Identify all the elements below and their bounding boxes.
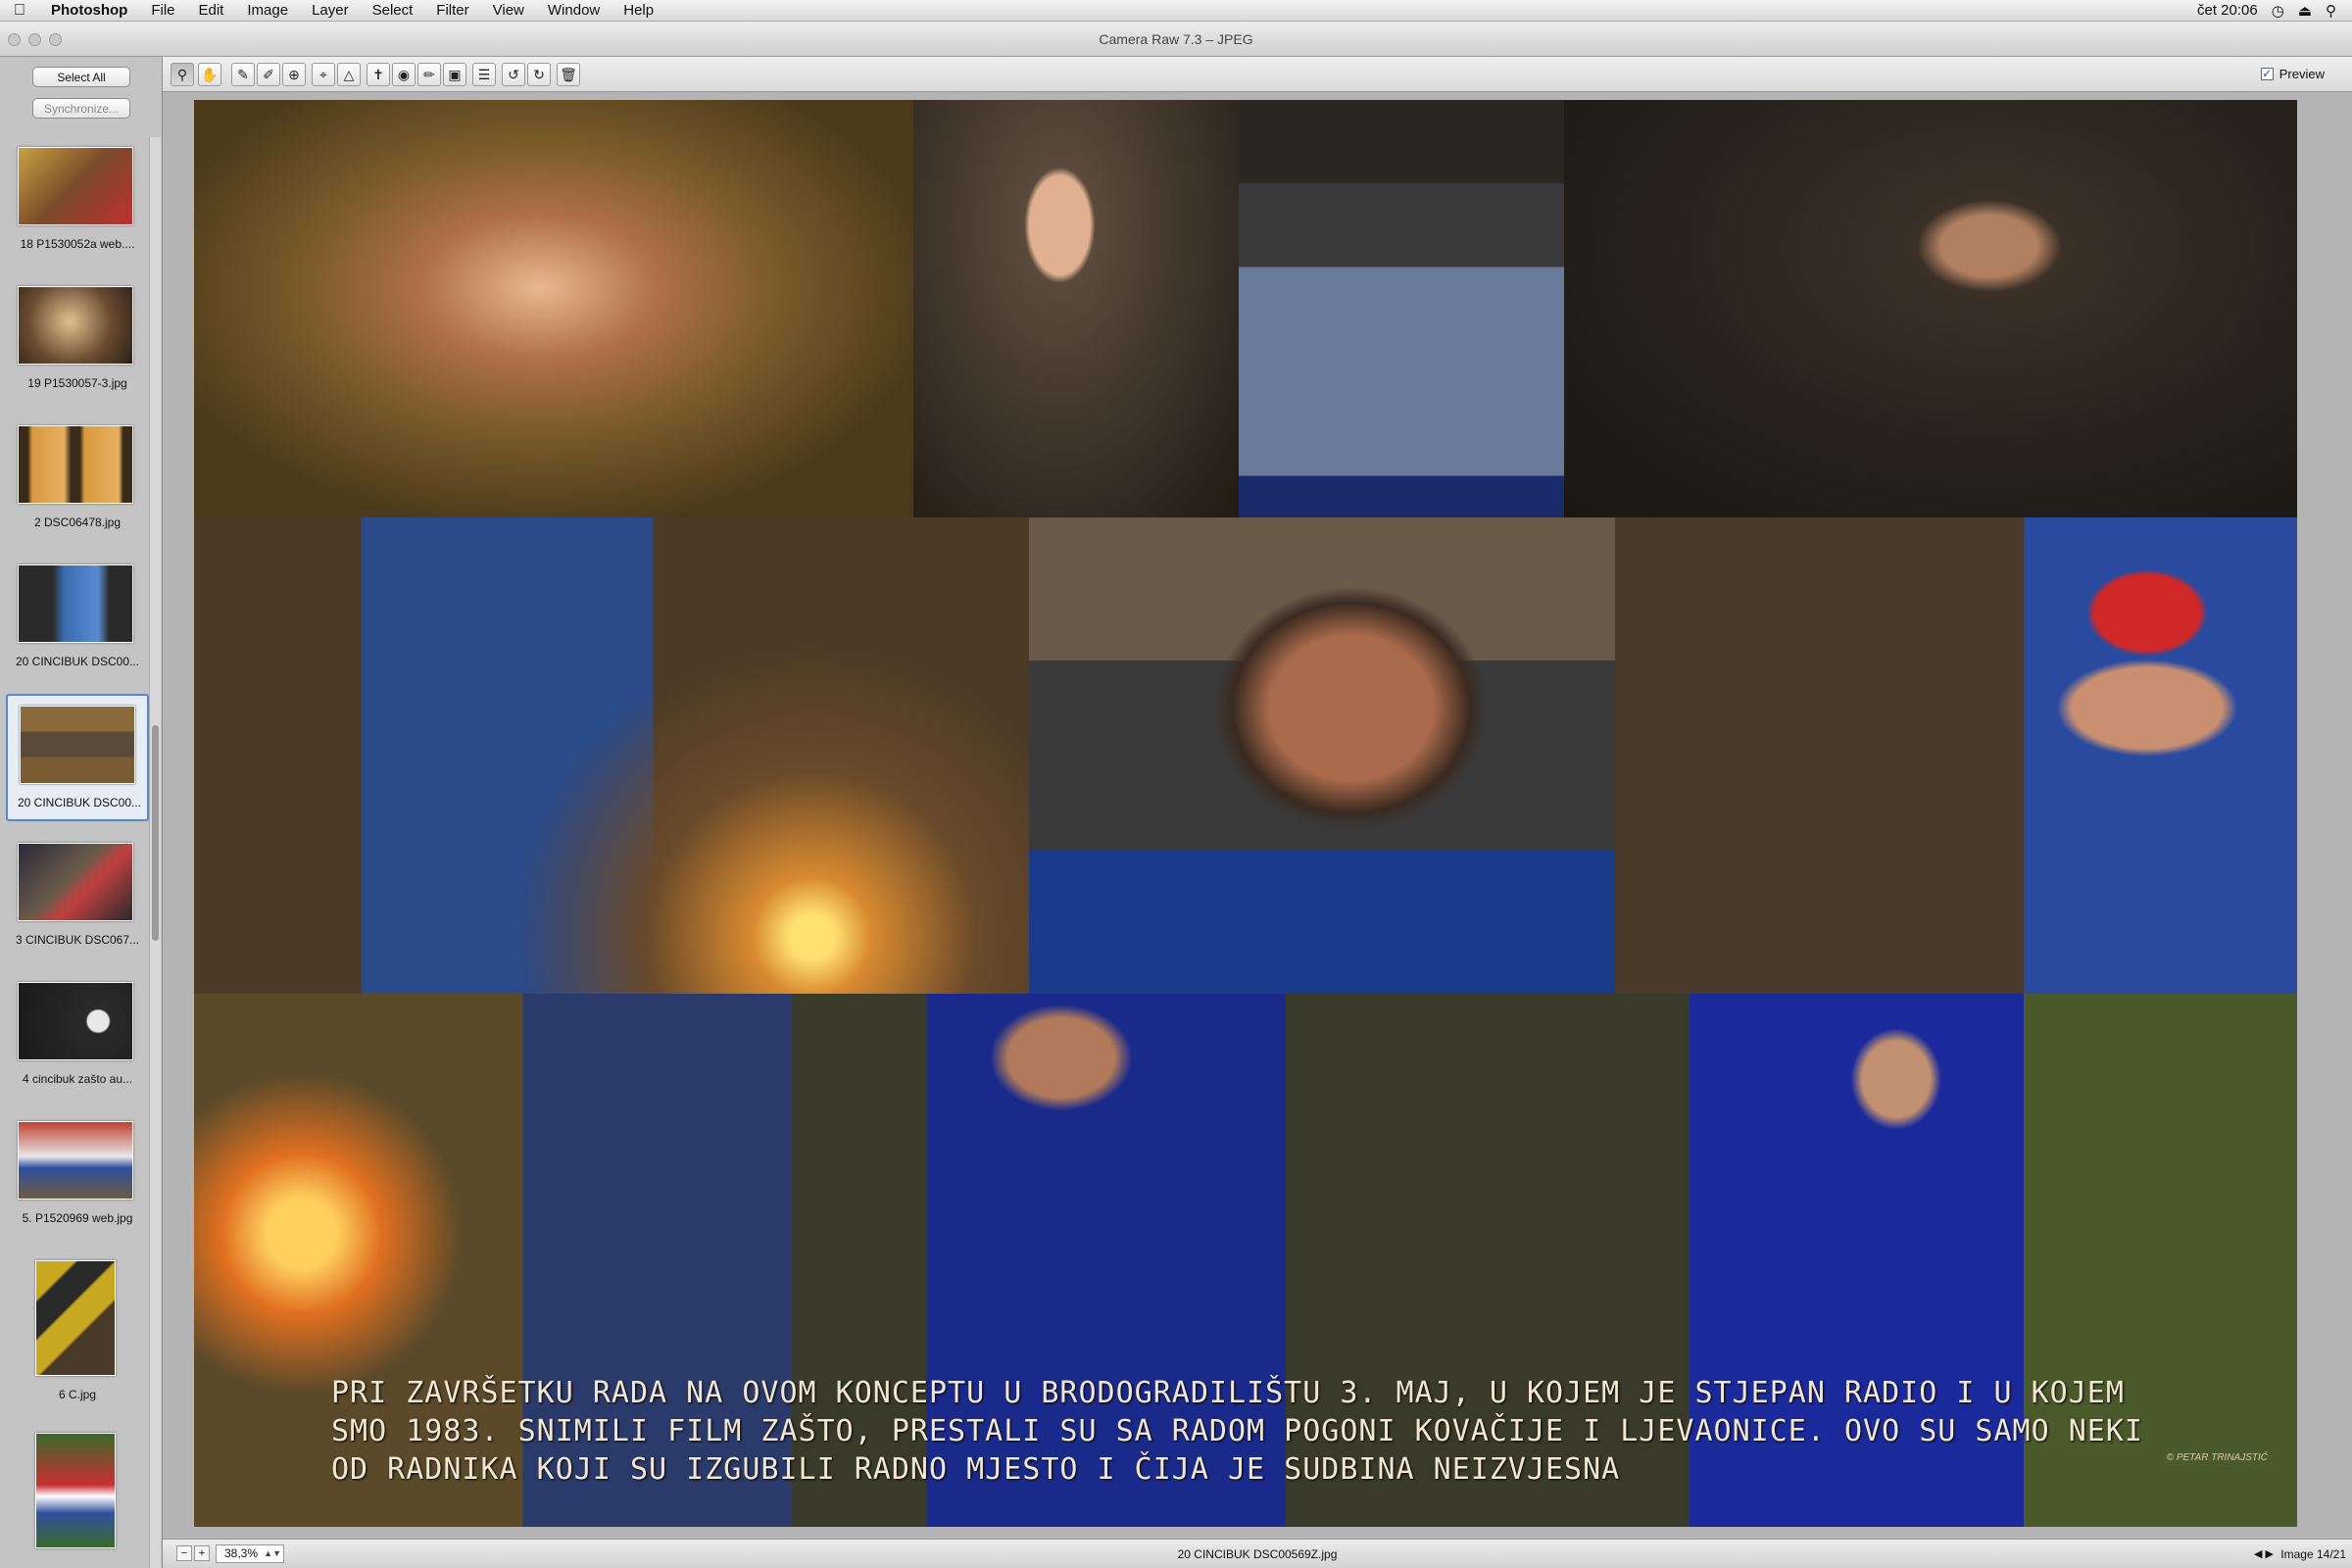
filmstrip-thumbnail [18, 147, 133, 225]
filmstrip-panel: Select All Synchronize... 18 P1530052a w… [0, 57, 163, 1568]
signature-watermark: © PETAR TRINAJSTIĆ [2166, 1452, 2268, 1463]
previous-image-icon[interactable]: ◀ [2254, 1548, 2262, 1560]
crop-icon[interactable]: ⌖ [312, 63, 335, 86]
filmstrip-list[interactable]: 18 P1530052a web.... 19 P1530057-3.jpg 2… [6, 137, 149, 1568]
menu-select[interactable]: Select [361, 2, 425, 19]
filmstrip-thumbnail [18, 286, 133, 365]
image-caption: PRI ZAVRŠETKU RADA NA OVOM KONCEPTU U BR… [331, 1374, 2193, 1489]
trash-icon[interactable]: 🗑 [557, 63, 580, 86]
photo-tile [1239, 100, 1564, 517]
zoom-window-icon[interactable] [49, 33, 62, 46]
target-adjust-icon[interactable]: ⊕ [282, 63, 306, 86]
scrollbar-thumb[interactable] [152, 725, 159, 941]
photo-tile [913, 100, 1239, 517]
menu-bar:  Photoshop File Edit Image Layer Select… [0, 0, 2352, 22]
image-navigation: ◀ ▶ [2254, 1547, 2274, 1560]
filmstrip-item-label: 19 P1530057-3.jpg [27, 376, 127, 390]
preview-checkbox[interactable]: ✓ [2260, 68, 2274, 80]
zoom-icon[interactable]: ⚲ [171, 63, 194, 86]
menu-view[interactable]: View [481, 2, 536, 19]
filmstrip-item[interactable]: 3 CINCIBUK DSC067... [6, 833, 149, 960]
preview-toggle[interactable]: ✓ Preview [2260, 67, 2325, 81]
time-machine-icon[interactable]: ◷ [2272, 2, 2284, 20]
window-title: Camera Raw 7.3 – JPEG [1099, 30, 1253, 47]
white-balance-icon[interactable]: ✎ [231, 63, 255, 86]
menu-layer[interactable]: Layer [300, 2, 361, 19]
graduated-filter-icon[interactable]: ▣ [443, 63, 466, 86]
window-title-bar: Camera Raw 7.3 – JPEG [0, 22, 2352, 57]
preview-image[interactable]: PRI ZAVRŠETKU RADA NA OVOM KONCEPTU U BR… [194, 100, 2297, 1527]
menu-app[interactable]: Photoshop [39, 2, 139, 19]
menu-help[interactable]: Help [612, 2, 665, 19]
select-all-button[interactable]: Select All [32, 67, 130, 87]
close-window-icon[interactable] [8, 33, 21, 46]
preferences-icon[interactable]: ☰ [472, 63, 496, 86]
filmstrip-item[interactable]: 19 P1530057-3.jpg [6, 276, 149, 404]
filmstrip-item-label: 20 CINCIBUK DSC00... [15, 655, 140, 668]
filmstrip-thumbnail [18, 843, 133, 921]
filmstrip-item[interactable]: 2 DSC06478.jpg [6, 416, 149, 543]
straighten-icon[interactable]: △ [337, 63, 361, 86]
menu-image[interactable]: Image [235, 2, 300, 19]
filmstrip-item[interactable]: 20 CINCIBUK DSC00... [6, 555, 149, 682]
filmstrip-item-label: 4 cincibuk zašto au... [22, 1072, 133, 1086]
apple-menu-icon[interactable]:  [0, 2, 39, 20]
filmstrip-item-label: 18 P1530052a web.... [20, 237, 135, 251]
eject-icon[interactable]: ⏏ [2298, 2, 2312, 20]
filmstrip-thumbnail [35, 1433, 116, 1548]
color-sampler-icon[interactable]: ✐ [257, 63, 280, 86]
minimize-window-icon[interactable] [28, 33, 41, 46]
hand-icon[interactable]: ✋ [198, 63, 221, 86]
caption-line: SMO 1983. SNIMILI FILM ZAŠTO, PRESTALI S… [331, 1414, 2143, 1448]
filmstrip-scrollbar[interactable] [149, 137, 161, 1568]
filmstrip-item[interactable]: 4 cincibuk zašto au... [6, 972, 149, 1100]
adjustment-brush-icon[interactable]: ✏ [417, 63, 441, 86]
menu-window[interactable]: Window [536, 2, 612, 19]
filmstrip-item[interactable]: 18 P1530052a web.... [6, 137, 149, 265]
next-image-icon[interactable]: ▶ [2266, 1548, 2274, 1560]
menu-filter[interactable]: Filter [424, 2, 480, 19]
image-canvas[interactable]: PRI ZAVRŠETKU RADA NA OVOM KONCEPTU U BR… [163, 92, 2352, 1539]
menu-edit[interactable]: Edit [187, 2, 236, 19]
filmstrip-item-label: 2 DSC06478.jpg [33, 515, 122, 529]
caption-line: PRI ZAVRŠETKU RADA NA OVOM KONCEPTU U BR… [331, 1376, 2125, 1410]
filmstrip-item[interactable]: 6 C.jpg [6, 1250, 149, 1401]
photo-tile [194, 100, 913, 517]
filmstrip-thumbnail [35, 1260, 116, 1376]
spot-removal-icon[interactable]: ✝ [367, 63, 390, 86]
filmstrip-item[interactable]: 5. P1520969 web.jpg [6, 1111, 149, 1239]
filmstrip-item[interactable] [6, 1423, 149, 1550]
status-bar: − + 38,3% ▲▼ 20 CINCIBUK DSC00569Z.jpg ◀… [163, 1539, 2352, 1568]
rotate-cw-icon[interactable]: ↻ [527, 63, 551, 86]
photo-tile [1564, 100, 2297, 517]
spotlight-search-icon[interactable]: ⚲ [2326, 2, 2336, 20]
menu-file[interactable]: File [139, 2, 186, 19]
filmstrip-thumbnail [18, 425, 133, 504]
caption-line: OD RADNIKA KOJI SU IZGUBILI RADNO MJESTO… [331, 1452, 1621, 1487]
camera-raw-toolbar: ⚲ ✋ ✎ ✐ ⊕ ⌖ △ ✝ ◉ ✏ ▣ ☰ ↺ ↻ 🗑 ✓ Preview [163, 57, 2352, 92]
preview-label: Preview [2278, 67, 2325, 81]
filmstrip-item-label: 6 C.jpg [58, 1388, 97, 1401]
red-eye-icon[interactable]: ◉ [392, 63, 416, 86]
filmstrip-thumbnail [20, 706, 135, 784]
filmstrip-item-selected[interactable]: 20 CINCIBUK DSC00... [6, 694, 149, 821]
filmstrip-item-label: 20 CINCIBUK DSC00... [17, 796, 142, 809]
filmstrip-thumbnail [18, 1121, 133, 1200]
filmstrip-item-label: 5. P1520969 web.jpg [22, 1211, 133, 1225]
photo-tile [1615, 517, 2297, 994]
photo-tile [194, 517, 1029, 994]
filmstrip-item-label: 3 CINCIBUK DSC067... [15, 933, 140, 947]
synchronize-button[interactable]: Synchronize... [32, 98, 130, 119]
filmstrip-thumbnail [18, 982, 133, 1060]
filmstrip-thumbnail [18, 564, 133, 643]
image-counter: Image 14/21 [2280, 1547, 2346, 1561]
rotate-ccw-icon[interactable]: ↺ [502, 63, 525, 86]
photo-tile [1029, 517, 1615, 994]
current-filename: 20 CINCIBUK DSC00569Z.jpg [1177, 1547, 1338, 1561]
menubar-clock[interactable]: čet 20:06 [2197, 2, 2258, 19]
